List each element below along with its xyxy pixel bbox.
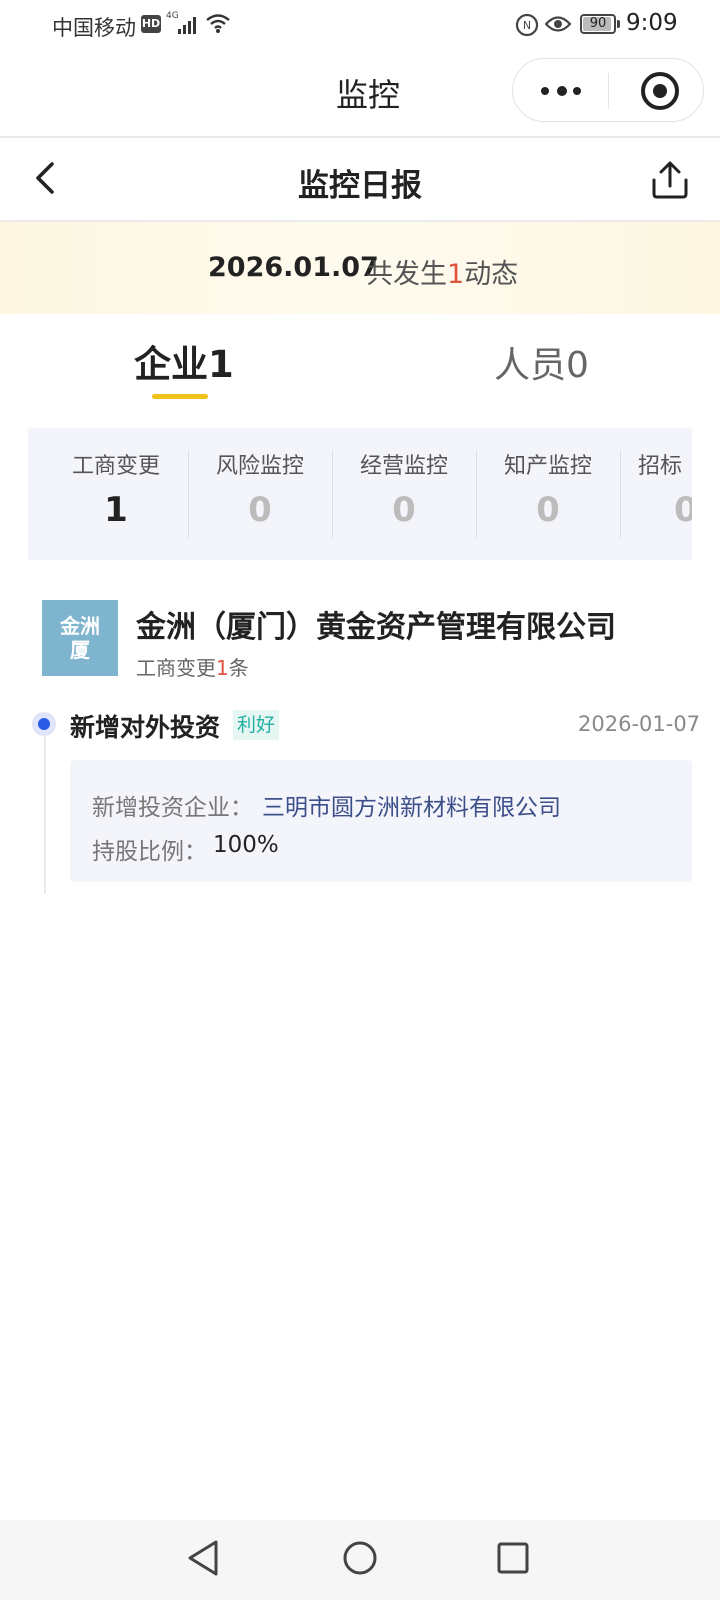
- category-label: 风险监控: [215, 454, 304, 479]
- nav-home-icon[interactable]: [340, 1538, 380, 1578]
- target-close-icon[interactable]: [641, 72, 679, 110]
- event-date: 2026-01-07: [578, 712, 701, 736]
- summary-count: 1: [447, 259, 465, 290]
- eye-icon: [544, 14, 572, 38]
- company-name[interactable]: 金洲（厦门）黄金资产管理有限公司: [136, 602, 616, 646]
- wifi-icon: [205, 12, 231, 38]
- category-item-bidding[interactable]: 招标 0: [638, 428, 692, 560]
- clock: 9:09: [626, 10, 678, 36]
- share-upload-icon: [652, 161, 688, 199]
- tab-active-indicator: [152, 394, 208, 399]
- invest-label: 新增投资企业：: [92, 795, 253, 821]
- network-type: 4G: [166, 11, 179, 21]
- category-label: 经营监控: [359, 454, 448, 479]
- chevron-left-icon: [36, 162, 54, 194]
- summary-prefix: 共发生: [366, 259, 447, 290]
- nfc-icon: N: [515, 13, 539, 41]
- event-tag: 利好: [233, 710, 280, 740]
- category-item-operation[interactable]: 经营监控 0: [332, 428, 476, 560]
- company-logo[interactable]: 金洲厦: [42, 600, 118, 676]
- category-label: 招标: [638, 454, 683, 479]
- tab-person[interactable]: 人员0: [494, 336, 589, 388]
- share-value: 100%: [213, 832, 279, 858]
- event-summary: 共发生1动态: [366, 252, 518, 291]
- page-title: 监控日报: [298, 168, 422, 204]
- category-count: 0: [674, 490, 692, 530]
- category-item-business-change[interactable]: 工商变更 1: [44, 428, 188, 560]
- share-button[interactable]: [648, 158, 692, 202]
- svg-text:N: N: [523, 19, 531, 32]
- more-dots-icon[interactable]: [541, 86, 581, 96]
- category-item-risk[interactable]: 风险监控 0: [188, 428, 332, 560]
- change-suffix: 条: [228, 656, 249, 680]
- carrier-name: 中国移动: [52, 16, 136, 40]
- timeline-line: [44, 722, 46, 894]
- change-count: 1: [216, 656, 229, 680]
- battery-tip: [617, 20, 620, 28]
- nav-back-icon[interactable]: [186, 1538, 220, 1578]
- capsule-divider: [608, 73, 609, 109]
- hd-icon: HD: [141, 15, 161, 33]
- back-button[interactable]: [28, 158, 72, 202]
- category-count: 0: [392, 490, 416, 530]
- share-label: 持股比例：: [92, 839, 207, 865]
- timeline-dot: [38, 718, 50, 730]
- battery-level: 90: [589, 16, 607, 31]
- category-count: 0: [536, 490, 560, 530]
- battery-icon: 90: [580, 14, 616, 34]
- system-nav-bar: [0, 1520, 720, 1600]
- capsule-menu: [512, 58, 704, 122]
- signal-icon: [178, 14, 200, 34]
- divider: [0, 136, 720, 138]
- invest-company-link[interactable]: 三明市圆方洲新材料有限公司: [262, 788, 561, 822]
- category-item-ip[interactable]: 知产监控 0: [476, 428, 620, 560]
- category-label: 工商变更: [71, 454, 160, 479]
- report-date: 2026.01.07: [208, 252, 379, 283]
- category-separator: [620, 450, 621, 538]
- status-bar: 中国移动 HD 4G N 90 9:09: [0, 0, 720, 50]
- tab-company[interactable]: 企业1: [134, 334, 234, 388]
- category-label: 知产监控: [503, 454, 592, 479]
- change-prefix: 工商变更: [136, 656, 216, 680]
- category-panel: 工商变更 1 风险监控 0 经营监控 0 知产监控 0 招标 0: [28, 428, 692, 560]
- category-count: 0: [248, 490, 272, 530]
- category-count: 1: [104, 490, 128, 530]
- nav-recents-icon[interactable]: [495, 1540, 531, 1576]
- company-change-summary: 工商变更1条: [136, 652, 249, 681]
- event-title: 新增对外投资: [70, 713, 221, 742]
- summary-suffix: 动态: [464, 259, 519, 290]
